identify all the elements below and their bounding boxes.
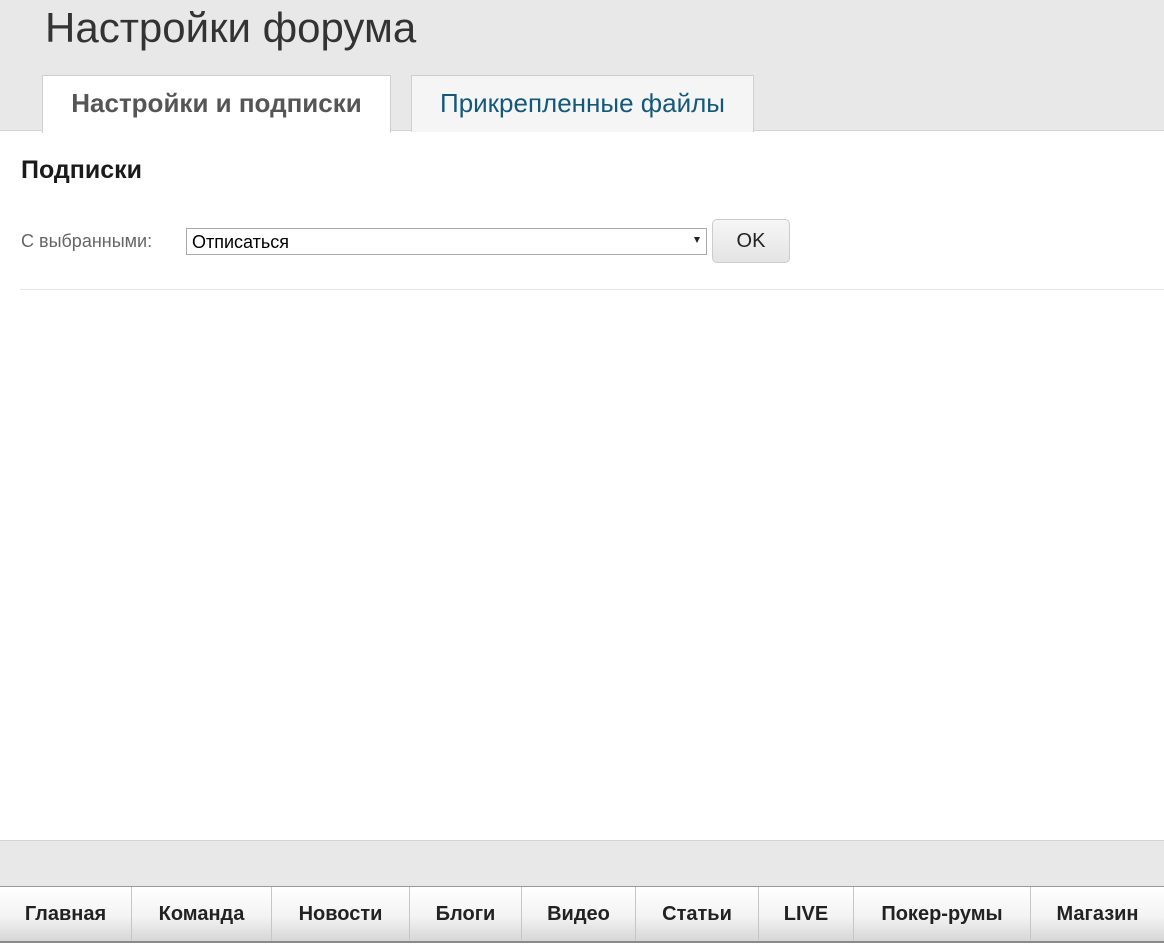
nav-item-live[interactable]: LIVE bbox=[759, 887, 854, 941]
header: Настройки форума Настройки и подписки Пр… bbox=[0, 0, 1164, 133]
bulk-action-select[interactable]: Отписаться bbox=[186, 228, 707, 255]
nav-item-home[interactable]: Главная bbox=[0, 887, 132, 941]
nav-item-news[interactable]: Новости bbox=[272, 887, 410, 941]
nav-item-poker-rooms[interactable]: Покер-румы bbox=[854, 887, 1031, 941]
footer-band bbox=[0, 840, 1164, 887]
nav-item-team[interactable]: Команда bbox=[132, 887, 272, 941]
ok-button[interactable]: OK bbox=[712, 219, 790, 263]
nav-item-shop[interactable]: Магазин bbox=[1031, 887, 1164, 941]
forum-settings-page: Настройки форума Настройки и подписки Пр… bbox=[0, 0, 1164, 945]
section-heading-subscriptions: Подписки bbox=[21, 156, 143, 184]
divider bbox=[20, 289, 1164, 290]
nav-item-articles[interactable]: Статьи bbox=[636, 887, 759, 941]
bulk-action-label: С выбранными: bbox=[21, 231, 153, 251]
bottom-nav: Главная Команда Новости Блоги Видео Стат… bbox=[0, 886, 1164, 943]
nav-item-blogs[interactable]: Блоги bbox=[410, 887, 522, 941]
tab-settings-and-subscriptions[interactable]: Настройки и подписки bbox=[42, 75, 391, 133]
bulk-action-selected-value: Отписаться bbox=[192, 232, 290, 252]
nav-item-video[interactable]: Видео bbox=[522, 887, 636, 941]
page-title: Настройки форума bbox=[45, 4, 417, 51]
tab-attached-files[interactable]: Прикрепленные файлы bbox=[411, 75, 754, 132]
chevron-down-icon bbox=[694, 237, 700, 243]
